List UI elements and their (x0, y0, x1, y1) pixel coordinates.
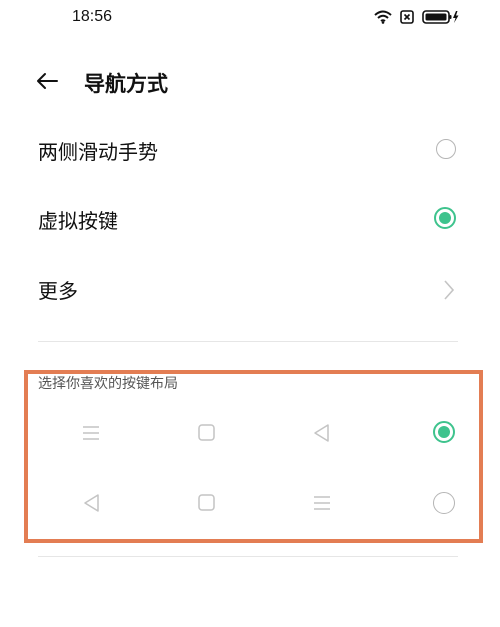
back-triangle-icon (84, 494, 99, 512)
divider (38, 341, 458, 342)
page-title: 导航方式 (84, 72, 168, 96)
option-virtual-keys[interactable]: 虚拟按键 (0, 185, 500, 253)
home-square-icon (198, 424, 215, 441)
home-square-icon (198, 494, 215, 511)
option-gesture-radio[interactable] (436, 139, 456, 159)
option-virtual-keys-label: 虚拟按键 (38, 209, 118, 233)
key-layout-option-1-radio[interactable] (433, 421, 455, 443)
header: 导航方式 (0, 56, 500, 108)
back-arrow-icon (37, 73, 58, 89)
menu-icon (314, 496, 330, 510)
key-layout-option-2[interactable] (0, 478, 500, 528)
option-gesture-label: 两侧滑动手势 (38, 140, 158, 164)
divider-bottom (38, 556, 458, 557)
wifi-icon (374, 10, 392, 24)
option-virtual-keys-radio[interactable] (434, 207, 456, 229)
chevron-right-icon (444, 280, 455, 300)
back-button[interactable] (32, 66, 62, 96)
status-time: 18:56 (72, 8, 113, 25)
key-layout-option-2-radio[interactable] (433, 492, 455, 514)
status-icons (374, 9, 460, 25)
option-more[interactable]: 更多 (0, 255, 500, 323)
menu-icon (83, 426, 99, 440)
status-bar: 18:56 (0, 0, 500, 36)
key-layout-option-1[interactable] (0, 408, 500, 458)
back-triangle-icon (314, 424, 329, 442)
sim-off-icon (400, 10, 414, 24)
option-more-label: 更多 (38, 279, 78, 303)
section-title: 选择你喜欢的按键布局 (38, 376, 178, 392)
option-gesture[interactable]: 两侧滑动手势 (0, 116, 500, 184)
battery-charging-icon (422, 9, 460, 25)
